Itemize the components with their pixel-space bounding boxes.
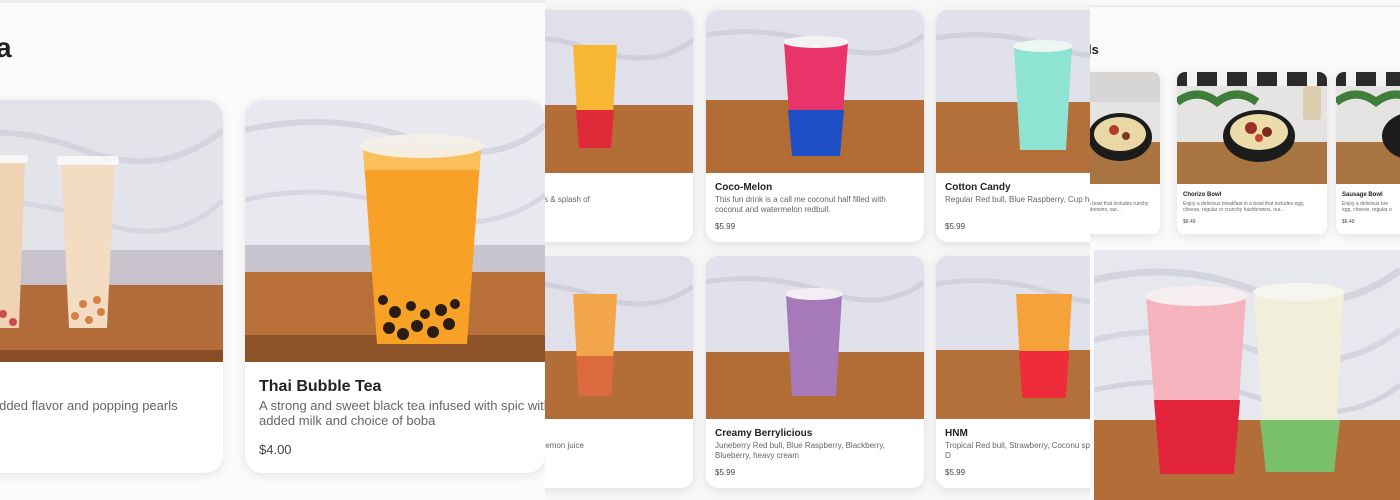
menu-card-coco-melon[interactable]: Coco-Melon This fun drink is a call me c…: [706, 10, 924, 242]
breakfast-bowls-panel: ls t in a bowl that includes runchy hash…: [1090, 0, 1400, 500]
menu-card-thai-bubble-tea[interactable]: Thai Bubble Tea A strong and sweet black…: [245, 100, 545, 473]
menu-card-drink-4[interactable]: ze , Cranberry, and lemon juice: [545, 256, 693, 488]
menu-card-title: Chorizo Bowl: [1183, 192, 1222, 198]
menu-card-description: , Cranberry, and lemon juice: [545, 441, 584, 450]
menu-card-description: t in a bowl that includes runchy hashbro…: [1090, 201, 1149, 213]
energy-drinks-panel: rst Pineapple Flavors & splash of Coco-M…: [545, 0, 1090, 500]
menu-card-price: $4.00: [259, 442, 292, 457]
menu-card-drink-1[interactable]: rst Pineapple Flavors & splash of: [545, 10, 693, 242]
coco-melon-photo: [706, 10, 924, 173]
drink-photo: [545, 256, 693, 419]
menu-card-description: Regular Red bull, Blue Raspberry, Cup ha…: [945, 195, 1090, 204]
chorizo-bowl-photo: [1177, 72, 1327, 184]
menu-card-description: Juneberry Red bull, Blue Raspberry, Blac…: [715, 441, 885, 460]
menu-card-description: Tropical Red bull, Strawberry, Coconu sp…: [945, 441, 1090, 460]
menu-card-bowl-1[interactable]: t in a bowl that includes runchy hashbro…: [1090, 72, 1160, 234]
menu-card-price: $5.99: [945, 222, 966, 231]
thai-bubble-tea-photo: [245, 100, 545, 362]
menu-card-description: This fun drink is a call me coconut half…: [715, 195, 886, 214]
featured-drinks-photo: [1094, 250, 1400, 500]
section-heading: ls: [1090, 42, 1099, 57]
menu-card-description: d milk with any added flavor and popping…: [0, 398, 178, 413]
menu-card-title: HNM: [945, 428, 968, 439]
milk-tea-photo: [0, 100, 223, 362]
cotton-candy-photo: [936, 10, 1090, 173]
menu-card-cotton-candy[interactable]: Cotton Candy Regular Red bull, Blue Rasp…: [936, 10, 1090, 242]
menu-card-title: Cotton Candy: [945, 182, 1011, 193]
menu-card-description: Enjoy a delicious breakfast in a bowl th…: [1183, 201, 1305, 213]
menu-card-title: Creamy Berrylicious: [715, 428, 813, 439]
bowl-photo: [1090, 72, 1160, 184]
menu-card-price: $6.49: [1183, 219, 1196, 225]
header-divider: [0, 0, 545, 3]
menu-card-price: $5.99: [715, 468, 736, 477]
creamy-berrylicious-photo: [706, 256, 924, 419]
menu-card-price: $5.99: [945, 468, 966, 477]
header-divider: [1090, 5, 1400, 7]
menu-card-milk-tea[interactable]: d milk with any added flavor and popping…: [0, 100, 223, 473]
menu-card-title: Sausage Bowl: [1342, 192, 1383, 198]
menu-card-chorizo-bowl[interactable]: Chorizo Bowl Enjoy a delicious breakfast…: [1177, 72, 1327, 234]
menu-card-title: Coco-Melon: [715, 182, 773, 193]
drink-photo: [545, 10, 693, 173]
menu-card-price: $5.99: [715, 222, 736, 231]
menu-card-description: A strong and sweet black tea infused wit…: [259, 398, 545, 428]
bubble-tea-panel: a d milk with any added flavor and poppi…: [0, 0, 545, 500]
menu-card-sausage-bowl[interactable]: Sausage Bowl Enjoy a delicious bre egg, …: [1336, 72, 1400, 234]
menu-card-title: Thai Bubble Tea: [259, 378, 382, 395]
menu-card-price: $6.49: [1342, 219, 1355, 225]
menu-card-description: Pineapple Flavors & splash of: [545, 195, 590, 204]
menu-card-creamy-berrylicious[interactable]: Creamy Berrylicious Juneberry Red bull, …: [706, 256, 924, 488]
hnm-photo: [936, 256, 1090, 419]
menu-card-hnm[interactable]: HNM Tropical Red bull, Strawberry, Cocon…: [936, 256, 1090, 488]
menu-card-description: Enjoy a delicious bre egg, cheese, regul…: [1342, 201, 1392, 213]
section-heading: a: [0, 32, 12, 63]
sausage-bowl-photo: [1336, 72, 1400, 184]
